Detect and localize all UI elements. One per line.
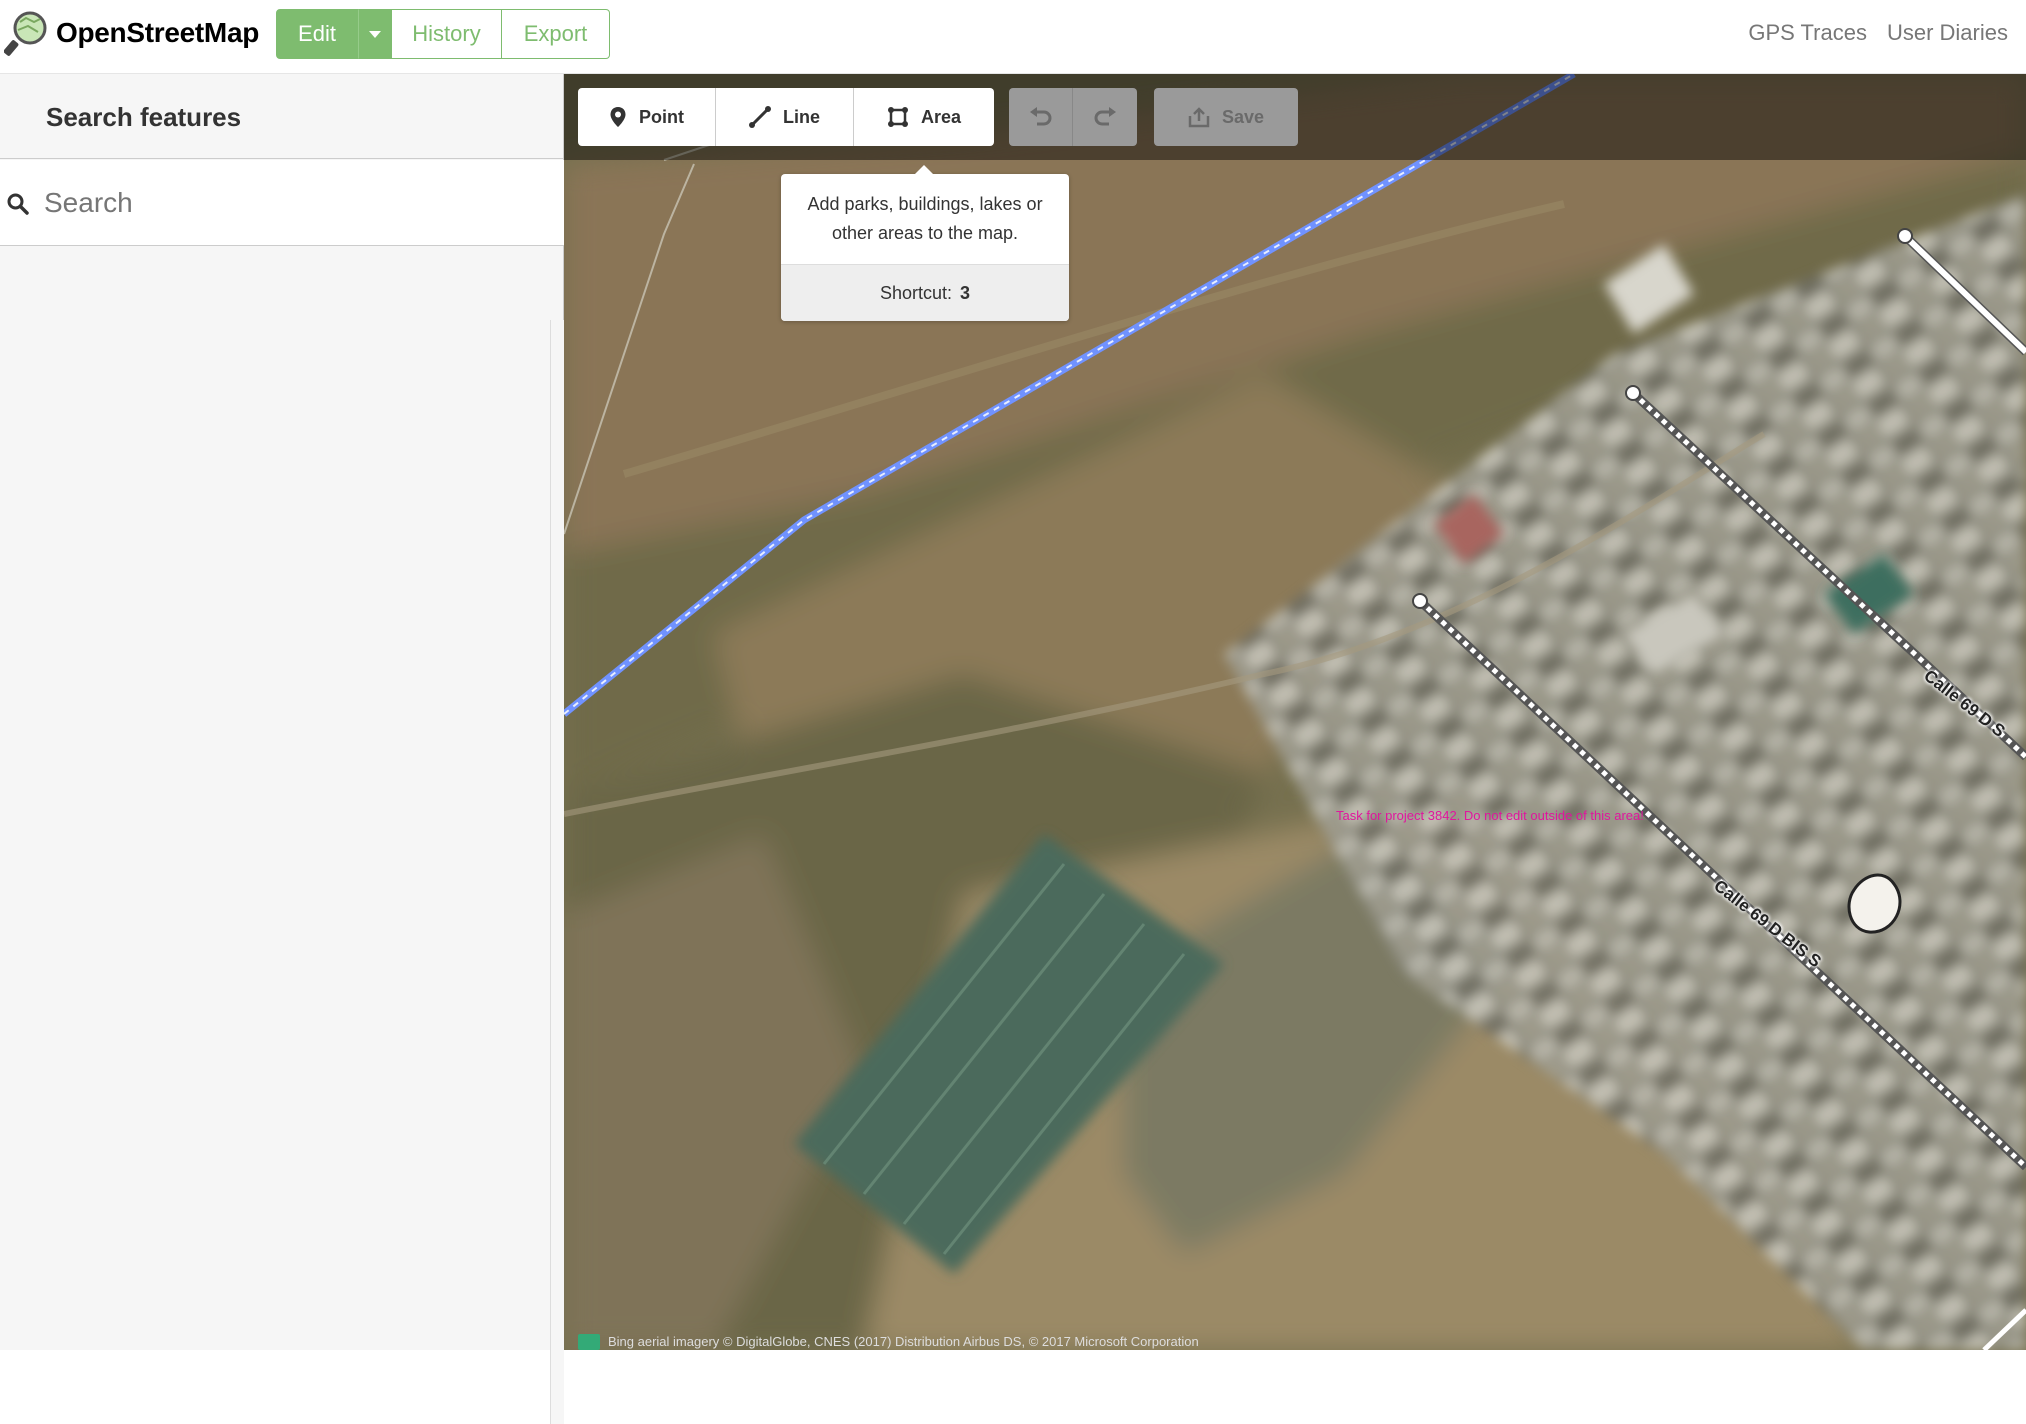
export-tab[interactable]: Export xyxy=(502,9,610,59)
redo-button[interactable] xyxy=(1073,88,1137,146)
line-icon xyxy=(748,106,771,128)
point-marker-icon xyxy=(610,107,626,127)
save-group: Save xyxy=(1154,88,1298,146)
area-tooltip: Add parks, buildings, lakes or other are… xyxy=(781,165,1069,321)
undo-icon xyxy=(1029,107,1051,126)
sidebar: Search features xyxy=(0,74,564,1424)
search-input[interactable] xyxy=(44,176,544,230)
history-group xyxy=(1009,88,1137,146)
task-boundary-label: Task for project 3842. Do not edit outsi… xyxy=(1336,808,1644,823)
map-canvas[interactable]: Point Line Area Save Add parks, building… xyxy=(564,74,2026,1350)
add-point-button[interactable]: Point xyxy=(578,88,716,146)
edit-button[interactable]: Edit xyxy=(276,9,358,59)
add-line-button[interactable]: Line xyxy=(716,88,854,146)
add-feature-group: Point Line Area xyxy=(578,88,994,146)
tooltip-arrow xyxy=(915,165,933,174)
header-nav-tabs: Edit History Export xyxy=(276,9,610,59)
history-tab[interactable]: History xyxy=(392,9,502,59)
search-icon xyxy=(7,193,29,215)
osm-logo[interactable]: OpenStreetMap xyxy=(4,10,259,56)
shortcut-key: 3 xyxy=(960,282,971,303)
edit-dropdown-button[interactable] xyxy=(358,9,392,59)
save-button[interactable]: Save xyxy=(1154,88,1298,146)
search-row xyxy=(0,160,564,246)
add-area-button[interactable]: Area xyxy=(854,88,994,146)
logo-text: OpenStreetMap xyxy=(56,17,260,48)
map-toolbar: Point Line Area Save xyxy=(564,74,2026,160)
tooltip-shortcut: Shortcut: 3 xyxy=(781,264,1069,321)
caret-down-icon xyxy=(369,30,381,38)
undo-button[interactable] xyxy=(1009,88,1073,146)
sidebar-header: Search features xyxy=(0,74,563,159)
sidebar-title: Search features xyxy=(46,102,242,132)
line-label: Line xyxy=(782,106,820,127)
save-label: Save xyxy=(1221,106,1265,127)
tooltip-description: Add parks, buildings, lakes or other are… xyxy=(807,194,1043,243)
sidebar-resizer[interactable] xyxy=(550,320,564,1424)
shortcut-label: Shortcut: xyxy=(879,282,953,303)
area-icon xyxy=(887,107,908,127)
user-diaries-link[interactable]: User Diaries xyxy=(1887,20,2008,46)
gps-traces-link[interactable]: GPS Traces xyxy=(1748,20,1867,46)
secondary-nav: GPS Traces User Diaries xyxy=(1748,20,2008,46)
imagery-provider-icon xyxy=(578,1334,600,1350)
osm-magnifier-logo-icon xyxy=(4,11,47,56)
redo-icon xyxy=(1094,107,1116,126)
upload-icon xyxy=(1188,107,1210,128)
imagery-attribution[interactable]: Bing aerial imagery © DigitalGlobe, CNES… xyxy=(578,1334,1199,1350)
area-label: Area xyxy=(920,106,962,127)
top-header: OpenStreetMap Edit History Export GPS Tr… xyxy=(0,0,2026,74)
point-label: Point xyxy=(639,106,684,127)
attribution-text: Bing aerial imagery © DigitalGlobe, CNES… xyxy=(608,1334,1199,1349)
